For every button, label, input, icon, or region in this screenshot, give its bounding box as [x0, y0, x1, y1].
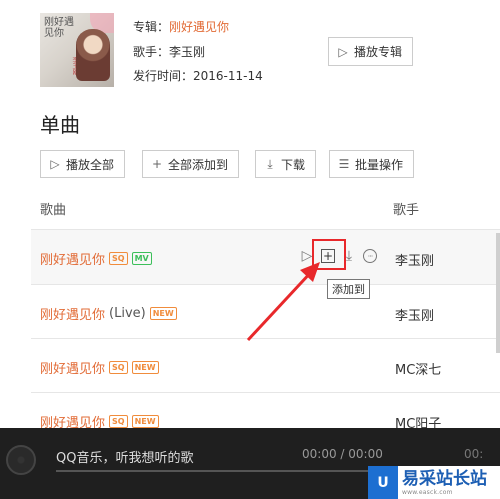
- column-header-song: 歌曲: [40, 203, 67, 218]
- play-icon: ▷: [50, 157, 60, 171]
- watermark-text: 易采站长站 www.easck.com: [402, 469, 487, 496]
- sq-badge: SQ: [109, 415, 128, 428]
- list-icon: ☰: [338, 157, 350, 171]
- album-label: 专辑：: [133, 20, 170, 34]
- song-row[interactable]: 刚好遇见你 (Live) NEW 李玉刚: [31, 284, 500, 339]
- column-header-singer: 歌手: [393, 203, 420, 218]
- batch-label: 批量操作: [355, 157, 404, 172]
- song-title-link[interactable]: 刚好遇见你: [40, 358, 105, 377]
- song-singer-link[interactable]: 李玉刚: [395, 305, 434, 324]
- play-album-button[interactable]: ▷ 播放专辑: [328, 37, 414, 66]
- song-title-link[interactable]: 刚好遇见你: [40, 249, 105, 268]
- song-title-cell: 刚好遇见你 SQ MV: [40, 249, 152, 268]
- new-badge: NEW: [131, 415, 159, 428]
- play-all-label: 播放全部: [66, 157, 115, 172]
- download-button[interactable]: ⤓ 下载: [255, 150, 317, 178]
- play-all-button[interactable]: ▷ 播放全部: [40, 150, 126, 178]
- player-time-right: 00:: [464, 447, 484, 461]
- add-all-button[interactable]: + 全部添加到: [142, 150, 240, 178]
- download-icon: ⤓: [267, 156, 273, 171]
- song-singer-link[interactable]: MC深七: [395, 359, 441, 378]
- new-badge: NEW: [131, 361, 159, 374]
- disc-icon[interactable]: [6, 445, 36, 475]
- mv-badge[interactable]: MV: [131, 252, 152, 265]
- plus-icon: +: [151, 157, 163, 171]
- song-row[interactable]: 刚好遇见你 SQ NEW MC深七: [31, 338, 500, 393]
- singer-info: 歌手：李玉刚: [133, 45, 205, 60]
- watermark-logo: U: [368, 466, 398, 499]
- more-icon[interactable]: ···: [363, 249, 377, 263]
- download-label: 下载: [281, 157, 306, 172]
- song-row[interactable]: 刚好遇见你 SQ MV ▷ + ⤓ ··· 李玉刚: [31, 229, 500, 284]
- play-album-label: 播放专辑: [354, 45, 403, 59]
- player-slogan: QQ音乐，听我想听的歌: [56, 451, 194, 466]
- singer-name-link[interactable]: 李玉刚: [169, 45, 205, 59]
- song-singer-link[interactable]: 李玉刚: [395, 250, 434, 269]
- album-name-link[interactable]: 刚好遇见你: [169, 20, 229, 34]
- album-cover[interactable]: 刚好遇见你 李玉刚: [40, 13, 114, 87]
- sq-badge: SQ: [109, 361, 128, 374]
- song-title-cell: 刚好遇见你 (Live) NEW: [40, 304, 177, 323]
- scrollbar[interactable]: [496, 233, 500, 353]
- new-badge: NEW: [149, 307, 177, 320]
- add-all-label: 全部添加到: [168, 157, 229, 172]
- singer-label: 歌手：: [133, 45, 170, 59]
- song-title-cell: 刚好遇见你 SQ NEW: [40, 358, 159, 377]
- highlight-box: [312, 239, 346, 270]
- cover-title: 刚好遇见你: [44, 17, 74, 39]
- album-info: 专辑：刚好遇见你: [133, 20, 229, 35]
- watermark-name: 易采站长站: [402, 469, 487, 489]
- player-time: 00:00 / 00:00: [302, 447, 383, 461]
- batch-operation-button[interactable]: ☰ 批量操作: [329, 150, 415, 178]
- song-title-link[interactable]: 刚好遇见你: [40, 304, 105, 323]
- play-icon: ▷: [338, 44, 348, 59]
- cover-portrait: [76, 29, 110, 81]
- release-date: 发行时间：2016-11-14: [133, 69, 263, 84]
- date-value: 2016-11-14: [193, 69, 263, 83]
- add-to-tooltip: 添加到: [327, 279, 370, 299]
- watermark: U 易采站长站 www.easck.com: [368, 466, 500, 499]
- song-subtitle: (Live): [109, 306, 146, 321]
- section-title: 单曲: [40, 113, 80, 137]
- date-label: 发行时间：: [133, 69, 194, 83]
- watermark-url: www.easck.com: [402, 489, 453, 496]
- sq-badge: SQ: [109, 252, 128, 265]
